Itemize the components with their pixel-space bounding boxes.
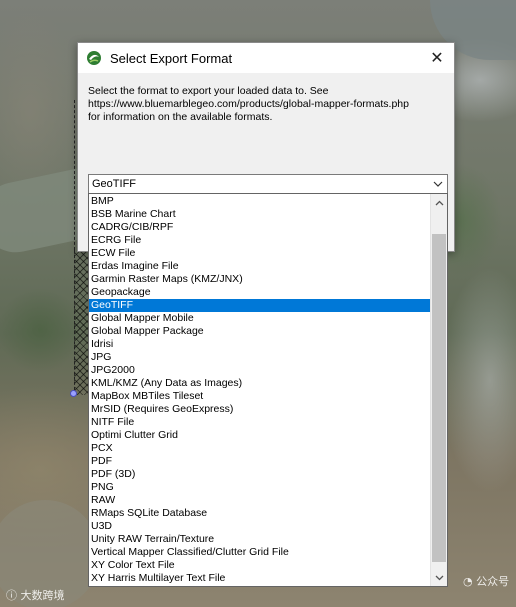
dialog-description: Select the format to export your loaded … xyxy=(88,85,448,124)
format-option[interactable]: ECRG File xyxy=(89,234,431,247)
watermark-left: ⓘ 大数跨境 xyxy=(6,587,65,603)
scroll-down-button[interactable] xyxy=(431,569,447,586)
close-icon: ✕ xyxy=(430,50,444,67)
format-option[interactable]: Erdas Imagine File xyxy=(89,260,431,273)
description-line: Select the format to export your loaded … xyxy=(88,85,329,97)
watermark-right-text: 公众号 xyxy=(476,575,510,588)
format-option[interactable]: ECW File xyxy=(89,247,431,260)
format-option[interactable]: KML/KMZ (Any Data as Images) xyxy=(89,377,431,390)
format-option[interactable]: PDF (3D) xyxy=(89,468,431,481)
export-format-select-value: GeoTIFF xyxy=(92,178,137,190)
format-option[interactable]: Global Mapper Package xyxy=(89,325,431,338)
chevron-up-icon xyxy=(435,200,443,205)
format-option[interactable]: PDF xyxy=(89,455,431,468)
export-format-dropdown-list[interactable]: BMP BSB Marine Chart CADRG/CIB/RPF ECRG Fil… xyxy=(88,193,448,587)
format-option[interactable]: NITF File xyxy=(89,416,431,429)
format-option[interactable]: RMaps SQLite Database xyxy=(89,507,431,520)
format-option[interactable]: CADRG/CIB/RPF xyxy=(89,221,431,234)
format-option[interactable]: BSB Marine Chart xyxy=(89,208,431,221)
watermark-logo-icon: ⓘ xyxy=(6,589,17,602)
format-option[interactable]: XY Color Text File xyxy=(89,559,431,572)
format-option[interactable]: BMP xyxy=(89,195,431,208)
format-option[interactable]: Vertical Mapper Classified/Clutter Grid … xyxy=(89,546,431,559)
format-option[interactable]: PNG xyxy=(89,481,431,494)
format-option[interactable]: JPG2000 xyxy=(89,364,431,377)
format-option[interactable]: GeoTIFF xyxy=(89,299,431,312)
format-option[interactable]: JPG xyxy=(89,351,431,364)
format-option[interactable]: RAW xyxy=(89,494,431,507)
format-option[interactable]: Optimi Clutter Grid xyxy=(89,429,431,442)
map-boundary-line xyxy=(74,100,75,250)
dropdown-scrollbar[interactable] xyxy=(430,194,447,586)
format-option[interactable]: XY Harris Multilayer Text File xyxy=(89,572,431,585)
format-option[interactable]: Geopackage xyxy=(89,286,431,299)
scroll-up-button[interactable] xyxy=(431,194,447,211)
close-button[interactable]: ✕ xyxy=(420,43,454,73)
chevron-down-icon xyxy=(435,575,443,580)
globe-app-icon xyxy=(86,50,102,66)
description-link[interactable]: https://www.bluemarblegeo.com/products/g… xyxy=(88,98,448,111)
map-vertex-marker xyxy=(70,390,77,397)
format-option[interactable]: MapBox MBTiles Tileset xyxy=(89,390,431,403)
format-option[interactable]: U3D xyxy=(89,520,431,533)
watermark-right: ◔ 公众号 xyxy=(463,573,509,589)
watermark-left-text: 大数跨境 xyxy=(20,589,65,602)
export-format-select[interactable]: GeoTIFF xyxy=(88,174,448,194)
format-option[interactable]: Global Mapper Mobile xyxy=(89,312,431,325)
dialog-title: Select Export Format xyxy=(110,50,233,66)
scrollbar-thumb[interactable] xyxy=(432,234,446,562)
dialog-titlebar[interactable]: Select Export Format ✕ xyxy=(78,43,454,73)
format-option[interactable]: Unity RAW Terrain/Texture xyxy=(89,533,431,546)
chevron-down-icon[interactable] xyxy=(431,176,445,192)
format-option[interactable]: MrSID (Requires GeoExpress) xyxy=(89,403,431,416)
format-option[interactable]: PCX xyxy=(89,442,431,455)
format-options: BMP BSB Marine Chart CADRG/CIB/RPF ECRG Fil… xyxy=(89,195,431,585)
format-option[interactable]: Idrisi xyxy=(89,338,431,351)
format-option[interactable]: Garmin Raster Maps (KMZ/JNX) xyxy=(89,273,431,286)
wechat-icon: ◔ xyxy=(463,575,473,588)
description-line: for information on the available formats… xyxy=(88,111,273,123)
